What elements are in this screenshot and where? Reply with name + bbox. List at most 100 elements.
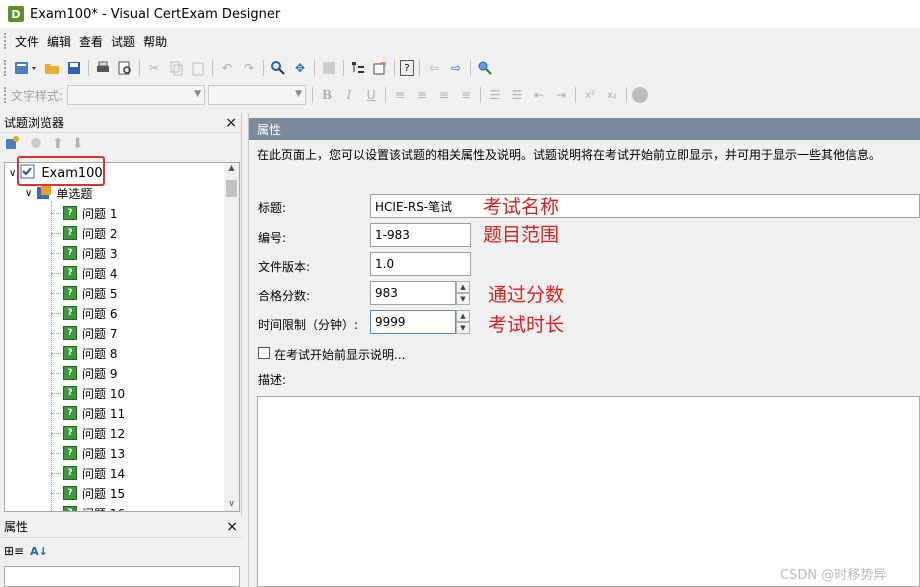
tree-view-icon[interactable] xyxy=(349,59,367,77)
grip-handle[interactable] xyxy=(4,60,7,76)
chevron-down-icon[interactable]: ∨ xyxy=(9,168,16,179)
menu-file[interactable]: 文件 xyxy=(11,33,43,50)
close-icon[interactable]: × xyxy=(226,519,238,535)
show-description-checkbox[interactable] xyxy=(258,347,270,359)
symbol-icon[interactable] xyxy=(632,87,649,103)
paste-icon[interactable] xyxy=(189,59,207,77)
bold-icon[interactable]: B xyxy=(318,86,336,104)
number-field[interactable]: 1-983 xyxy=(370,223,471,247)
bullet-list-icon[interactable]: ☰ xyxy=(508,86,526,104)
description-label: 描述: xyxy=(258,373,287,387)
sort-az-icon[interactable]: A↓ xyxy=(30,545,48,558)
justify-icon[interactable]: ≡ xyxy=(457,86,475,104)
move-icon[interactable]: ✥ xyxy=(291,59,309,77)
highlight-box xyxy=(17,156,105,186)
description-textarea[interactable] xyxy=(257,396,920,587)
scroll-up-icon[interactable]: ▲ xyxy=(224,163,239,172)
tree-question-item[interactable]: ? 问题 3 xyxy=(51,243,117,263)
image-icon[interactable] xyxy=(320,59,338,77)
tree-question-item[interactable]: ? 问题 10 xyxy=(51,383,125,403)
time-limit-field[interactable]: 9999 xyxy=(370,310,456,334)
property-grid[interactable] xyxy=(4,566,240,587)
redo-icon[interactable]: ↷ xyxy=(240,59,258,77)
tree-question-item[interactable]: ? 问题 1 xyxy=(51,203,117,223)
tree-question-item[interactable]: ? 问题 6 xyxy=(51,303,117,323)
question-group-icon xyxy=(36,184,52,203)
align-center-icon[interactable]: ≡ xyxy=(413,86,431,104)
superscript-icon[interactable]: x² xyxy=(581,86,599,104)
tree-question-item[interactable]: ? 问题 2 xyxy=(51,223,117,243)
text-style-label: 文字样式: xyxy=(11,88,64,103)
close-icon[interactable]: × xyxy=(225,115,237,131)
question-label: 问题 11 xyxy=(82,406,126,421)
font-combo[interactable]: ▼ xyxy=(208,85,307,105)
tree-question-item[interactable]: ? 问题 5 xyxy=(51,283,117,303)
copy-icon[interactable] xyxy=(167,59,185,77)
menu-view[interactable]: 查看 xyxy=(75,33,107,50)
scroll-down-icon[interactable]: ∨ xyxy=(224,499,239,509)
search-exam-icon[interactable] xyxy=(476,59,494,77)
question-icon: ? xyxy=(63,246,77,260)
menu-help[interactable]: 帮助 xyxy=(139,33,171,50)
align-right-icon[interactable]: ≡ xyxy=(435,86,453,104)
question-tree[interactable]: ∨ Exam100 ∨ 单选题 ? 问题 1? 问题 2? 问题 3? 问题 4? 问题 … xyxy=(4,162,240,512)
move-up-icon[interactable]: ⬆ xyxy=(52,136,64,152)
undo-icon[interactable]: ↶ xyxy=(218,59,236,77)
export-icon[interactable]: ⇨ xyxy=(447,59,465,77)
tree-question-item[interactable]: ? 问题 7 xyxy=(51,323,117,343)
add-question-icon[interactable] xyxy=(4,135,20,154)
chevron-down-icon[interactable]: ∨ xyxy=(25,188,32,199)
time-limit-label: 时间限制（分钟）: xyxy=(258,318,359,332)
title-field[interactable]: HCIE-RS-笔试 xyxy=(370,194,920,218)
panel-title: 试题浏览器 xyxy=(4,116,65,130)
pass-score-field[interactable]: 983 xyxy=(370,281,456,305)
question-icon: ? xyxy=(63,466,77,480)
italic-icon[interactable]: I xyxy=(340,86,358,104)
tree-scrollbar[interactable]: ▲ ∨ xyxy=(224,163,239,511)
grip-handle[interactable] xyxy=(4,87,7,103)
save-icon[interactable] xyxy=(65,59,83,77)
underline-icon[interactable]: U xyxy=(362,86,380,104)
help-icon[interactable]: ? xyxy=(400,60,414,76)
outdent-icon[interactable]: ⇤ xyxy=(530,86,548,104)
tree-question-item[interactable]: ? 问题 14 xyxy=(51,463,125,483)
tree-question-item[interactable]: ? 问题 4 xyxy=(51,263,117,283)
categorized-icon[interactable]: ⊞≡ xyxy=(4,544,24,558)
tree-group[interactable]: ∨ 单选题 xyxy=(25,183,92,203)
align-left-icon[interactable]: ≡ xyxy=(391,86,409,104)
tree-question-item[interactable]: ? 问题 16 xyxy=(51,503,125,511)
open-folder-icon[interactable] xyxy=(43,59,61,77)
tree-question-item[interactable]: ? 问题 9 xyxy=(51,363,117,383)
grip-handle[interactable] xyxy=(4,33,7,49)
menu-questions[interactable]: 试题 xyxy=(107,33,139,50)
question-icon: ? xyxy=(63,286,77,300)
move-down-icon[interactable]: ⬇ xyxy=(72,136,84,152)
indent-icon[interactable]: ⇥ xyxy=(552,86,570,104)
new-exam-icon[interactable] xyxy=(13,59,39,77)
find-icon[interactable] xyxy=(269,59,287,77)
scroll-thumb[interactable] xyxy=(226,180,237,197)
time-limit-spinner[interactable]: ▲ ▼ xyxy=(456,310,470,334)
menu-bar: 文件 编辑 查看 试题 帮助 xyxy=(0,30,920,52)
annotation-exam-name: 考试名称 xyxy=(483,196,560,218)
import-icon[interactable]: ⇦ xyxy=(425,59,443,77)
tree-question-item[interactable]: ? 问题 8 xyxy=(51,343,117,363)
show-description-label: 在考试开始前显示说明... xyxy=(274,348,406,362)
group-name: 单选题 xyxy=(56,186,93,201)
tree-question-item[interactable]: ? 问题 13 xyxy=(51,443,125,463)
style-combo[interactable]: ▼ xyxy=(67,85,206,105)
annotation-question-range: 题目范围 xyxy=(483,224,560,246)
menu-edit[interactable]: 编辑 xyxy=(43,33,75,50)
tree-question-item[interactable]: ? 问题 11 xyxy=(51,403,125,423)
pass-score-spinner[interactable]: ▲ ▼ xyxy=(456,281,470,305)
print-icon[interactable] xyxy=(94,59,112,77)
subscript-icon[interactable]: x₂ xyxy=(603,86,621,104)
print-preview-icon[interactable] xyxy=(116,59,134,77)
numbered-list-icon[interactable]: ☰ xyxy=(486,86,504,104)
properties-icon[interactable] xyxy=(371,59,389,77)
tree-question-item[interactable]: ? 问题 12 xyxy=(51,423,125,443)
cut-icon[interactable]: ✂ xyxy=(145,59,163,77)
tree-question-item[interactable]: ? 问题 15 xyxy=(51,483,125,503)
version-field[interactable]: 1.0 xyxy=(370,252,471,276)
add-group-icon[interactable] xyxy=(28,135,44,154)
